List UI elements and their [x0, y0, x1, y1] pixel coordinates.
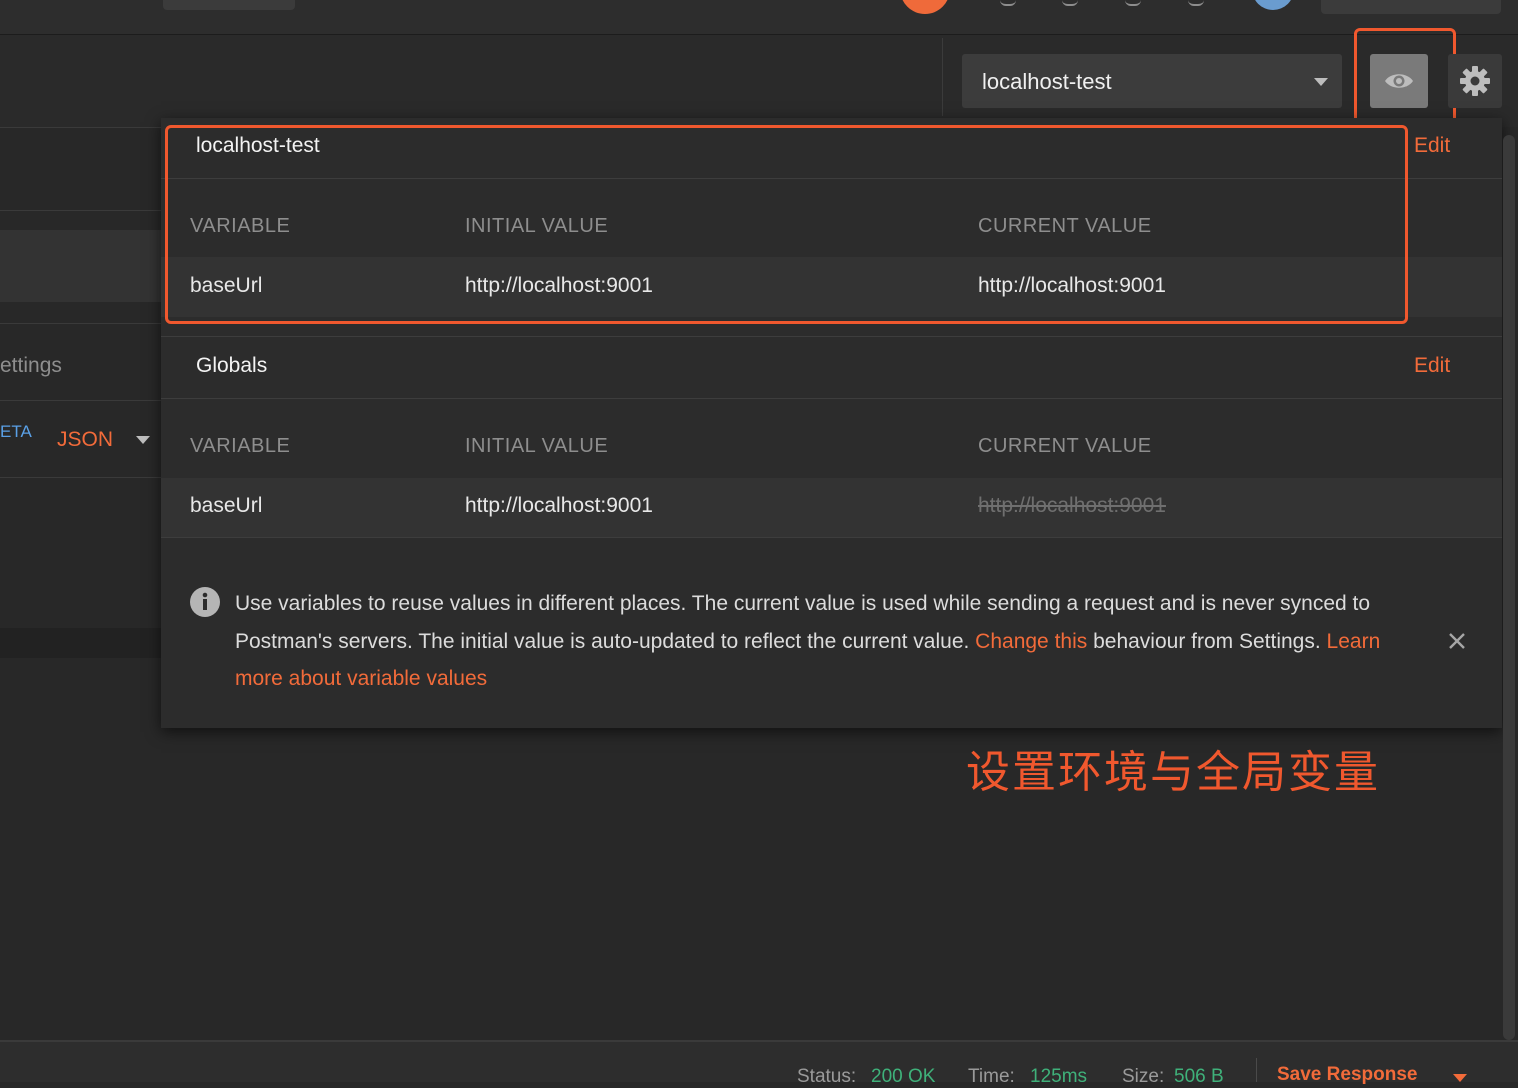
column-header-current: CURRENT VALUE [978, 435, 1152, 457]
avatar[interactable] [1252, 0, 1294, 10]
edit-environment-link[interactable]: Edit [1414, 134, 1450, 158]
status-value: 200 OK [871, 1066, 936, 1087]
upgrade-button[interactable] [1321, 0, 1501, 14]
chevron-down-icon [1314, 78, 1328, 86]
sync-status-icon[interactable] [900, 0, 950, 14]
highlight-box-environment [165, 125, 1408, 324]
divider [1256, 1058, 1257, 1082]
time-value: 125ms [1030, 1066, 1088, 1087]
change-behaviour-link[interactable]: Change this [975, 630, 1087, 653]
column-header-variable: VARIABLE [190, 435, 291, 457]
divider [161, 398, 1502, 399]
info-icon [190, 587, 220, 617]
tab-fragment[interactable] [163, 0, 295, 10]
request-url-bar-fragment[interactable] [0, 230, 161, 302]
divider [0, 210, 161, 211]
divider [161, 537, 1502, 538]
divider [0, 400, 161, 401]
top-toolbar [0, 0, 1518, 35]
save-response-button[interactable]: Save Response [1277, 1064, 1417, 1086]
beta-badge: ETA [0, 422, 32, 441]
divider [942, 38, 943, 116]
environment-select-value: localhost-test [982, 69, 1112, 94]
notification-icon[interactable] [1125, 0, 1141, 6]
environment-select[interactable]: localhost-test [962, 54, 1342, 108]
manage-environments-button[interactable] [1448, 54, 1502, 108]
time-label: Time: [968, 1066, 1015, 1087]
chevron-down-icon[interactable] [136, 436, 150, 444]
settings-wrench-icon[interactable] [1062, 0, 1078, 6]
settings-tab-label[interactable]: ettings [0, 354, 62, 378]
annotation-caption: 设置环境与全局变量 [966, 747, 1380, 798]
initial-value: http://localhost:9001 [465, 494, 653, 517]
divider [0, 477, 161, 478]
format-select[interactable]: JSON [57, 428, 113, 452]
chevron-down-icon[interactable] [1453, 1074, 1467, 1082]
scrollbar[interactable] [1503, 135, 1515, 1040]
variable-name: baseUrl [190, 494, 263, 517]
divider [0, 127, 161, 128]
status-label: Status: [797, 1066, 857, 1087]
size-label: Size: [1122, 1066, 1165, 1087]
response-divider [0, 628, 161, 658]
size-value: 506 B [1174, 1066, 1224, 1087]
divider [0, 323, 161, 324]
response-status-bar: Status: 200 OK Time: 125ms Size: 506 B S… [0, 1040, 1518, 1087]
satellite-icon[interactable] [1000, 0, 1016, 6]
heart-icon[interactable] [1188, 0, 1204, 6]
edit-globals-link[interactable]: Edit [1414, 354, 1450, 378]
info-text-part: behaviour from Settings. [1087, 629, 1327, 653]
column-header-initial: INITIAL VALUE [465, 435, 609, 457]
gear-icon [1460, 66, 1490, 96]
variables-info-text: Use variables to reuse values in differe… [235, 585, 1410, 698]
divider [161, 336, 1502, 337]
current-value: http://localhost:9001 [978, 494, 1166, 517]
close-icon[interactable] [1447, 631, 1467, 651]
table-row[interactable]: baseUrl http://localhost:9001 http://loc… [161, 478, 1502, 537]
globals-title: Globals [196, 354, 268, 377]
